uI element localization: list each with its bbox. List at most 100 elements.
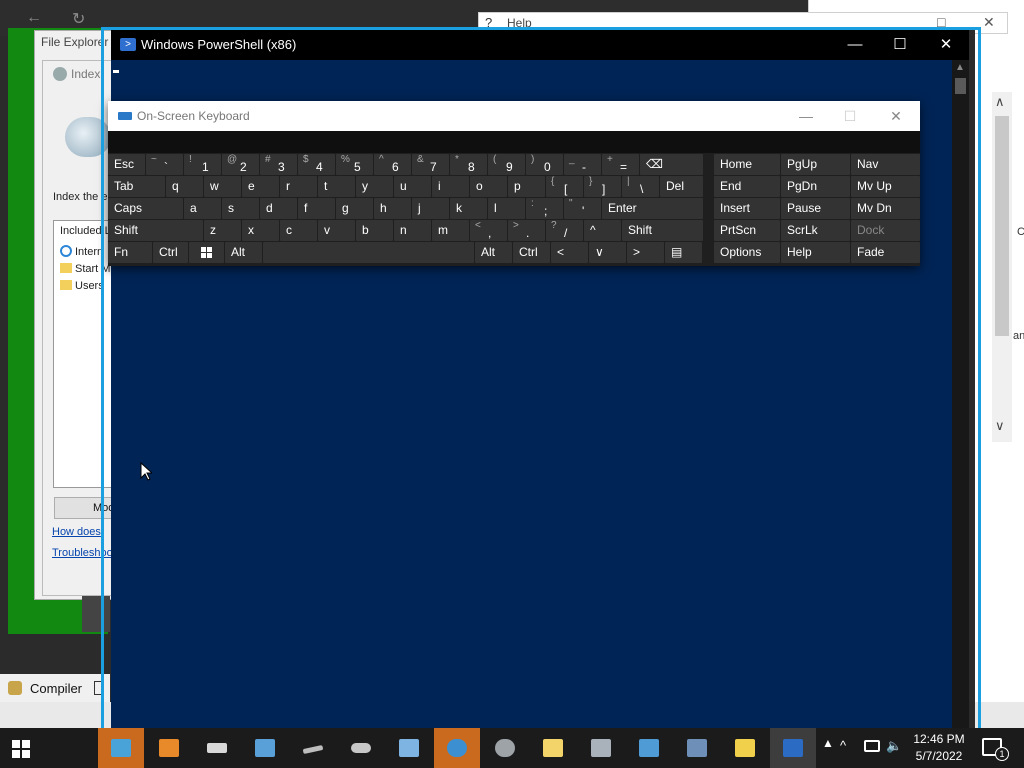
osk-key[interactable]: r — [280, 176, 317, 197]
osk-key[interactable]: @2 — [222, 154, 259, 175]
osk-key[interactable]: j — [412, 198, 449, 219]
osk-key[interactable]: p — [508, 176, 545, 197]
osk-nav-key[interactable]: Mv Up — [851, 176, 920, 197]
network-status-icon[interactable] — [864, 740, 880, 752]
osk-key[interactable]: ? / — [546, 220, 583, 241]
volume-icon[interactable]: 🔈 — [886, 738, 902, 768]
on-screen-keyboard-window[interactable]: On-Screen Keyboard — ☐ ✕ Esc ~ `! 1 @2 #3 $4% 5… — [108, 101, 920, 266]
taskbar-item-globe[interactable] — [434, 728, 480, 768]
taskbar-item-notepad[interactable] — [530, 728, 576, 768]
osk-key[interactable]: % 5 — [336, 154, 373, 175]
osk-key[interactable]: g — [336, 198, 373, 219]
scrollbar-thumb[interactable] — [995, 116, 1009, 336]
maximize-button[interactable]: ☐ — [833, 105, 867, 127]
osk-key[interactable]: $4 — [298, 154, 335, 175]
osk-key[interactable]: Fn — [108, 242, 152, 263]
start-button[interactable] — [0, 728, 46, 768]
taskbar-item-calculator[interactable] — [386, 728, 432, 768]
osk-key[interactable]: Shift — [108, 220, 203, 241]
osk-key[interactable]: d — [260, 198, 297, 219]
osk-nav-key[interactable]: PgUp — [781, 154, 850, 175]
list-header[interactable]: Included L — [60, 225, 111, 237]
taskbar-item-pen[interactable] — [290, 728, 336, 768]
taskbar-item-task-manager[interactable] — [98, 728, 144, 768]
osk-key[interactable]: Tab — [108, 176, 165, 197]
minimize-button[interactable]: — — [789, 105, 823, 127]
osk-key[interactable]: z — [204, 220, 241, 241]
osk-nav-key[interactable]: Dock — [851, 220, 920, 241]
scroll-down-icon[interactable]: ∨ — [995, 418, 1005, 434]
osk-nav-key[interactable]: Mv Dn — [851, 198, 920, 219]
taskbar-item-network[interactable] — [578, 728, 624, 768]
osk-key[interactable]: x — [242, 220, 279, 241]
osk-key[interactable]: Del — [660, 176, 703, 197]
osk-key[interactable]: | \ — [622, 176, 659, 197]
osk-key[interactable]: * 8 — [450, 154, 487, 175]
osk-key[interactable]: Caps — [108, 198, 183, 219]
osk-key[interactable]: u — [394, 176, 431, 197]
maximize-button[interactable]: □ — [937, 14, 945, 30]
scroll-up-icon[interactable]: ▲ — [955, 62, 965, 73]
troubleshoot-link[interactable]: Troubleshoo — [52, 547, 113, 559]
osk-key[interactable]: ^ 6 — [374, 154, 411, 175]
osk-key[interactable]: Alt — [225, 242, 262, 263]
osk-key[interactable]: k — [450, 198, 487, 219]
taskbar-item-disc[interactable] — [482, 728, 528, 768]
osk-key[interactable]: c — [280, 220, 317, 241]
osk-key[interactable]: Ctrl — [153, 242, 188, 263]
osk-key[interactable]: b — [356, 220, 393, 241]
close-button[interactable]: ✕ — [923, 34, 969, 56]
taskbar-item-powershell[interactable] — [770, 728, 816, 768]
close-button[interactable]: ✕ — [879, 105, 913, 127]
osk-key[interactable]: Shift — [622, 220, 703, 241]
osk-nav-key[interactable]: Options — [714, 242, 780, 263]
close-button[interactable]: ✕ — [983, 14, 995, 31]
osk-key[interactable]: v — [318, 220, 355, 241]
osk-key[interactable]: #3 — [260, 154, 297, 175]
osk-key[interactable]: l — [488, 198, 525, 219]
taskbar-item-remote-desktop[interactable] — [674, 728, 720, 768]
osk-nav-key[interactable]: Nav — [851, 154, 920, 175]
search-button[interactable] — [48, 728, 124, 768]
osk-key[interactable]: >. — [508, 220, 545, 241]
osk-key[interactable]: <, — [470, 220, 507, 241]
taskbar-scroll-up-icon[interactable]: ▲ — [822, 736, 834, 768]
osk-key[interactable]: {[ — [546, 176, 583, 197]
osk-key-windows[interactable] — [189, 242, 224, 263]
osk-titlebar[interactable]: On-Screen Keyboard — ☐ ✕ — [108, 101, 920, 131]
osk-key[interactable]: n — [394, 220, 431, 241]
how-does-link[interactable]: How does — [52, 526, 101, 538]
taskbar-item-mouse[interactable] — [338, 728, 384, 768]
osk-key[interactable]: Alt — [475, 242, 512, 263]
maximize-button[interactable]: ☐ — [877, 34, 923, 56]
osk-key[interactable]: ) 0 — [526, 154, 563, 175]
back-icon[interactable]: ← — [26, 9, 42, 27]
osk-key[interactable]: o — [470, 176, 507, 197]
osk-key[interactable]: ~ ` — [146, 154, 183, 175]
powershell-titlebar[interactable]: > Windows PowerShell (x86) — ☐ ✕ — [111, 30, 969, 60]
osk-nav-key[interactable]: ScrLk — [781, 220, 850, 241]
osk-key[interactable]: :; — [526, 198, 563, 219]
osk-key[interactable]: a — [184, 198, 221, 219]
osk-nav-key[interactable]: PgDn — [781, 176, 850, 197]
osk-key[interactable]: m — [432, 220, 469, 241]
taskbar-item-monitor[interactable] — [626, 728, 672, 768]
osk-key[interactable]: _ - — [564, 154, 601, 175]
osk-nav-key[interactable]: PrtScn — [714, 220, 780, 241]
taskbar-item-keyboard[interactable] — [194, 728, 240, 768]
taskbar-item-control-panel[interactable] — [242, 728, 288, 768]
osk-key-space[interactable] — [263, 242, 474, 263]
osk-nav-key[interactable]: Help — [781, 242, 850, 263]
compiler-taskitem[interactable]: Compiler — [0, 674, 110, 702]
scroll-up-icon[interactable]: ∧ — [995, 94, 1005, 110]
osk-key[interactable]: e — [242, 176, 279, 197]
osk-key[interactable]: y — [356, 176, 393, 197]
refresh-icon[interactable]: ↻ — [72, 9, 85, 29]
osk-key[interactable]: ⌫ — [640, 154, 703, 175]
osk-nav-key[interactable]: Home — [714, 154, 780, 175]
osk-key[interactable]: + = — [602, 154, 639, 175]
system-clock[interactable]: 12:46 PM 5/7/2022 — [906, 731, 972, 765]
osk-key[interactable]: q — [166, 176, 203, 197]
osk-key[interactable]: Enter — [602, 198, 703, 219]
console-scrollbar[interactable]: ▲ — [952, 60, 969, 728]
